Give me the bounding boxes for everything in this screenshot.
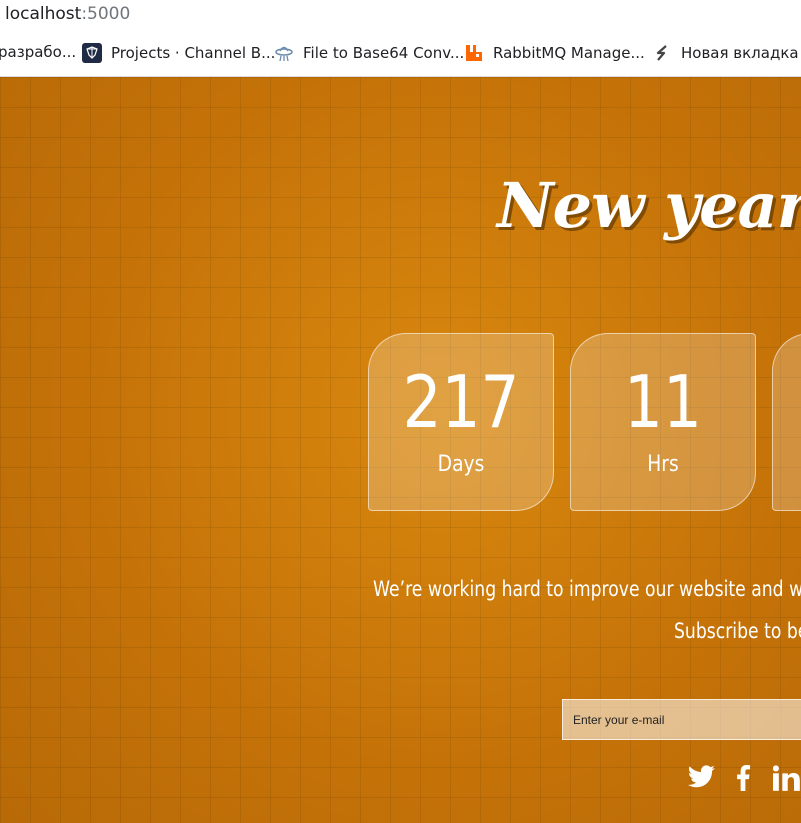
address-bar[interactable]: localhost:5000 [0,0,801,30]
page-background: New year co 217 Days 11 Hrs We’re workin… [0,77,801,823]
bookmarks-bar: разрабо... Projects · Channel B... File … [0,30,801,77]
facebook-icon[interactable] [735,765,751,791]
url-text[interactable]: localhost:5000 [5,4,130,24]
ufo-icon [275,46,293,62]
countdown-minutes-card [772,333,801,511]
email-input[interactable] [562,699,801,740]
countdown-hours-value: 11 [624,360,702,444]
countdown-days-value: 217 [402,360,520,444]
countdown-hours-label: Hrs [647,452,679,477]
countdown-days-card: 217 Days [368,333,554,511]
channel-logo-icon [82,43,102,63]
bookmark-label: Новая вкладка [681,44,799,62]
countdown-days-label: Days [437,452,485,477]
countdown-hours-card: 11 Hrs [570,333,756,511]
s-icon [656,45,667,61]
url-host: localhost [5,4,82,24]
linkedin-icon[interactable] [773,765,801,791]
info-message: We’re working hard to improve our websit… [373,577,801,601]
bookmark-label: Projects · Channel B... [111,44,276,62]
bookmark-label: разрабо... [0,43,77,61]
twitter-icon[interactable] [688,765,716,789]
bookmark-item[interactable]: RabbitMQ Manage... [464,43,645,63]
bookmark-item[interactable]: Новая вкладка [652,43,799,63]
bookmark-label: File to Base64 Conv... [303,44,465,62]
bookmark-item[interactable]: Projects · Channel B... [82,43,275,63]
page-title: New year co [497,169,801,242]
subscribe-text: Subscribe to be n [674,619,801,643]
bookmark-item[interactable]: File to Base64 Conv... [274,43,464,63]
url-port: :5000 [81,4,131,24]
bookmark-item[interactable]: разрабо... [0,43,76,61]
bookmark-label: RabbitMQ Manage... [493,44,645,62]
rabbitmq-icon [466,45,482,61]
